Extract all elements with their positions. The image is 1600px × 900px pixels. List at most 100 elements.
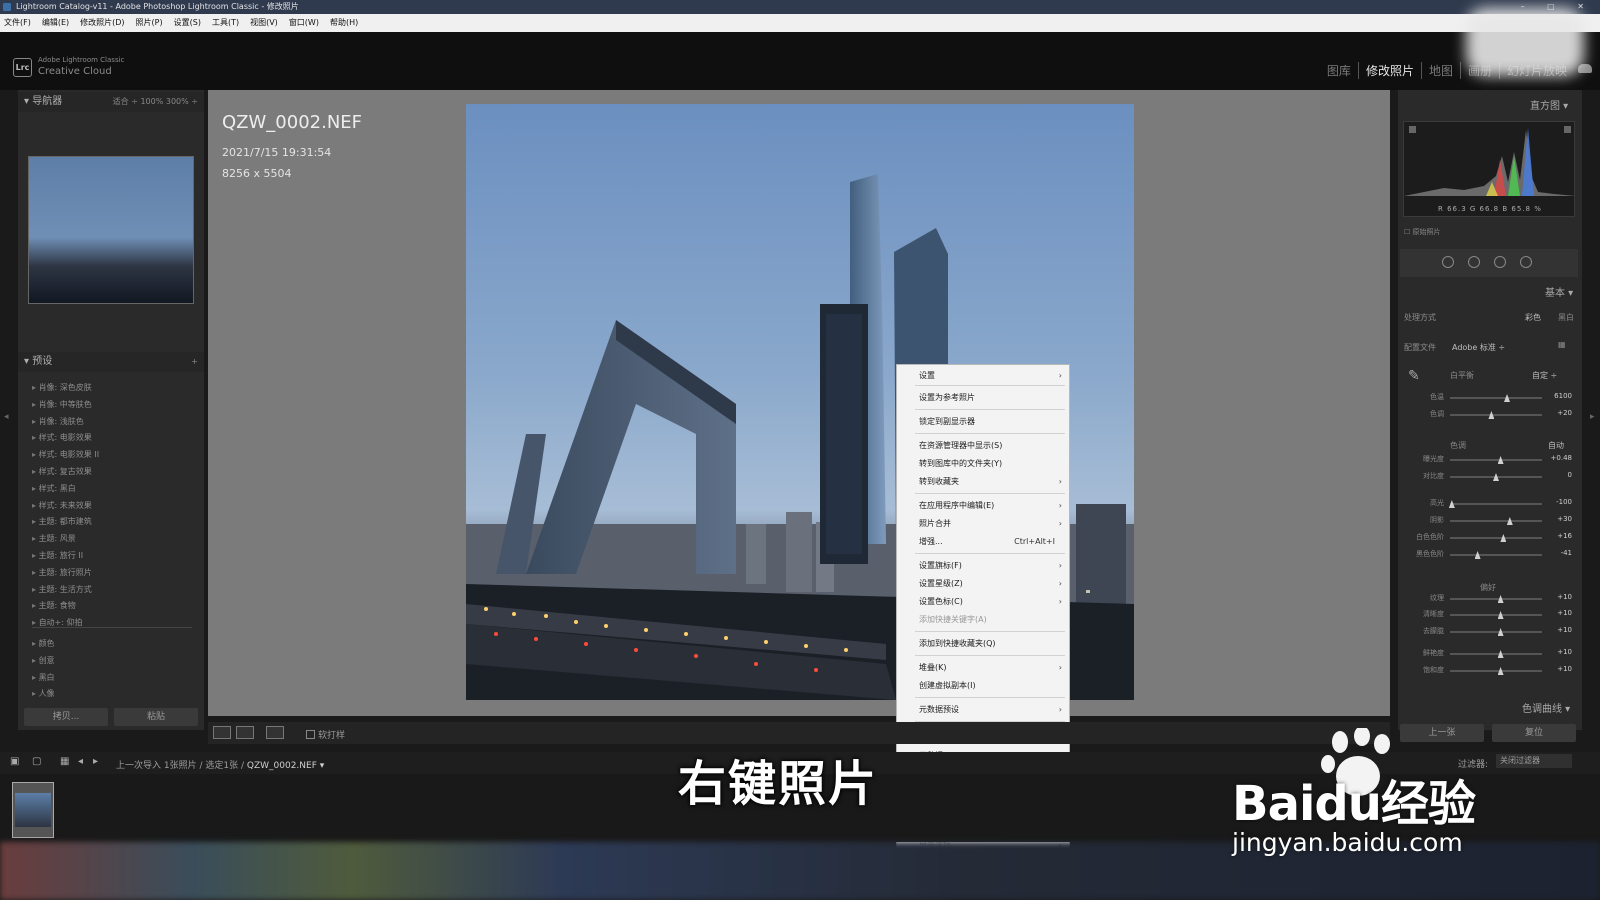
- treatment-bw-button[interactable]: 黑白: [1558, 312, 1574, 323]
- module-tab-2[interactable]: 地图: [1420, 62, 1460, 79]
- context-menu-item[interactable]: 设置星级(Z) ›: [897, 575, 1069, 592]
- redeye-tool-icon[interactable]: [1494, 256, 1506, 268]
- histogram-header[interactable]: 直方图 ▾: [1530, 97, 1594, 112]
- module-tab-1[interactable]: 修改照片: [1357, 62, 1421, 79]
- main-window-icon[interactable]: ▣: [10, 756, 19, 767]
- adjustment-slider[interactable]: [1450, 534, 1542, 542]
- adjustment-slider[interactable]: [1450, 394, 1542, 402]
- adjustment-slider[interactable]: [1450, 595, 1542, 603]
- slider-value[interactable]: +10: [1542, 648, 1572, 656]
- slider-value[interactable]: -100: [1542, 498, 1572, 506]
- adjustment-slider[interactable]: [1450, 456, 1542, 464]
- basic-header[interactable]: 基本 ▾: [1545, 284, 1594, 299]
- adjustment-slider[interactable]: [1450, 667, 1542, 675]
- adjustment-slider[interactable]: [1450, 411, 1542, 419]
- menu-item-7[interactable]: 窗口(W): [289, 14, 319, 32]
- context-menu-item[interactable]: 堆叠(K) ›: [897, 659, 1069, 676]
- context-menu-item[interactable]: 设置旗标(F) ›: [897, 557, 1069, 574]
- preset-folder[interactable]: 主题: 风景: [32, 531, 192, 548]
- adjustment-slider[interactable]: [1450, 517, 1542, 525]
- loupe-view-icon[interactable]: [213, 726, 231, 739]
- right-panel-toggle-icon[interactable]: ▸: [1590, 412, 1595, 422]
- back-arrow-icon[interactable]: ◂: [78, 756, 83, 767]
- preset-folder[interactable]: 样式: 电影效果 II: [32, 447, 192, 464]
- preset-folder[interactable]: 创意: [32, 653, 192, 670]
- adjustment-slider[interactable]: [1450, 473, 1542, 481]
- context-menu-item[interactable]: 增强... Ctrl+Alt+I: [897, 533, 1069, 550]
- slider-value[interactable]: +30: [1542, 515, 1572, 523]
- preset-folder[interactable]: 自动+: 仰拍: [32, 615, 192, 632]
- context-menu-item[interactable]: 创建虚拟副本(I): [897, 677, 1069, 694]
- copy-settings-button[interactable]: 拷贝...: [24, 708, 108, 726]
- navigator-preview[interactable]: [28, 156, 194, 304]
- adjustment-slider[interactable]: [1448, 500, 1542, 508]
- context-menu-item[interactable]: 在应用程序中编辑(E) ›: [897, 497, 1069, 514]
- filmstrip-thumbnail[interactable]: [12, 782, 54, 838]
- softproof-checkbox[interactable]: 软打样: [306, 728, 345, 741]
- menu-item-1[interactable]: 编辑(E): [42, 14, 69, 32]
- navigator-zoom-options[interactable]: 适合 ÷ 100% 300% ÷: [113, 92, 198, 112]
- tone-curve-header[interactable]: 色调曲线 ▾: [1522, 700, 1594, 715]
- wb-dropdown[interactable]: 自定 ÷: [1532, 370, 1557, 381]
- preset-folder[interactable]: 颜色: [32, 636, 192, 653]
- context-menu-item[interactable]: 转到图库中的文件夹(Y): [897, 455, 1069, 472]
- menu-item-8[interactable]: 帮助(H): [330, 14, 358, 32]
- paste-settings-button[interactable]: 粘贴: [114, 708, 198, 726]
- slider-value[interactable]: +20: [1542, 409, 1572, 417]
- grid-view-icon[interactable]: ▦: [60, 756, 69, 767]
- second-window-icon[interactable]: ▢: [32, 756, 41, 767]
- menu-item-4[interactable]: 设置(S): [174, 14, 201, 32]
- context-menu-item[interactable]: 转到收藏夹 ›: [897, 473, 1069, 490]
- slider-value[interactable]: +10: [1542, 665, 1572, 673]
- forward-arrow-icon[interactable]: ▸: [93, 756, 98, 767]
- preset-folder[interactable]: 样式: 未来效果: [32, 498, 192, 515]
- profile-browser-icon[interactable]: ▦: [1558, 340, 1566, 349]
- preset-folder[interactable]: 主题: 都市建筑: [32, 514, 192, 531]
- wb-eyedropper-icon[interactable]: ✎: [1408, 368, 1420, 384]
- context-menu-item[interactable]: 添加到快捷收藏夹(Q): [897, 635, 1069, 652]
- context-menu-item[interactable]: 元数据预设 ›: [897, 701, 1069, 718]
- context-menu-item[interactable]: 在资源管理器中显示(S): [897, 437, 1069, 454]
- preset-folder[interactable]: 肖像: 浅肤色: [32, 414, 192, 431]
- tone-auto-button[interactable]: 自动: [1548, 440, 1564, 451]
- slider-value[interactable]: -41: [1542, 549, 1572, 557]
- menu-item-6[interactable]: 视图(V): [250, 14, 278, 32]
- preset-folder[interactable]: 肖像: 中等肤色: [32, 397, 192, 414]
- previous-settings-button[interactable]: 上一张: [1400, 724, 1484, 742]
- preset-folder[interactable]: 样式: 电影效果: [32, 430, 192, 447]
- navigator-header[interactable]: ▾ 导航器 适合 ÷ 100% 300% ÷: [18, 92, 204, 112]
- preset-folder[interactable]: 样式: 黑白: [32, 481, 192, 498]
- context-menu-item[interactable]: 照片合并 ›: [897, 515, 1069, 532]
- original-photo-checkbox[interactable]: ☐ 原始照片: [1404, 227, 1441, 237]
- adjustment-slider[interactable]: [1450, 551, 1542, 559]
- adjustment-slider[interactable]: [1450, 650, 1542, 658]
- crop-tool-icon[interactable]: [1442, 256, 1454, 268]
- menu-item-2[interactable]: 修改照片(D): [80, 14, 124, 32]
- slider-value[interactable]: 6100: [1542, 392, 1572, 400]
- histogram[interactable]: [1403, 121, 1576, 217]
- masking-tool-icon[interactable]: [1520, 256, 1532, 268]
- compare-view-icon[interactable]: [266, 726, 284, 739]
- slider-value[interactable]: 0: [1542, 471, 1572, 479]
- preset-folder[interactable]: 黑白: [32, 670, 192, 687]
- context-menu-item[interactable]: 设置色标(C) ›: [897, 593, 1069, 610]
- adjustment-slider[interactable]: [1450, 611, 1542, 619]
- menu-item-5[interactable]: 工具(T): [212, 14, 239, 32]
- selected-file[interactable]: QZW_0002.NEF ▾: [247, 761, 324, 771]
- preset-folder[interactable]: 主题: 生活方式: [32, 582, 192, 599]
- menu-item-3[interactable]: 照片(P): [136, 14, 163, 32]
- profile-dropdown[interactable]: Adobe 标准 ÷: [1452, 342, 1505, 353]
- slider-value[interactable]: +10: [1542, 626, 1572, 634]
- add-preset-icon[interactable]: +: [191, 352, 198, 372]
- reset-button[interactable]: 复位: [1492, 724, 1576, 742]
- preset-folder[interactable]: 主题: 食物: [32, 598, 192, 615]
- treatment-color-button[interactable]: 彩色: [1525, 312, 1541, 323]
- presets-header[interactable]: ▾ 预设 +: [18, 352, 204, 372]
- context-menu-item[interactable]: 锁定到副显示器: [897, 413, 1069, 430]
- module-tab-0[interactable]: 图库: [1320, 62, 1358, 79]
- healing-tool-icon[interactable]: [1468, 256, 1480, 268]
- filter-dropdown[interactable]: 关闭过滤器: [1496, 754, 1572, 768]
- menu-item-0[interactable]: 文件(F): [4, 14, 31, 32]
- preset-folder[interactable]: 主题: 旅行 II: [32, 548, 192, 565]
- preset-folder[interactable]: 样式: 复古效果: [32, 464, 192, 481]
